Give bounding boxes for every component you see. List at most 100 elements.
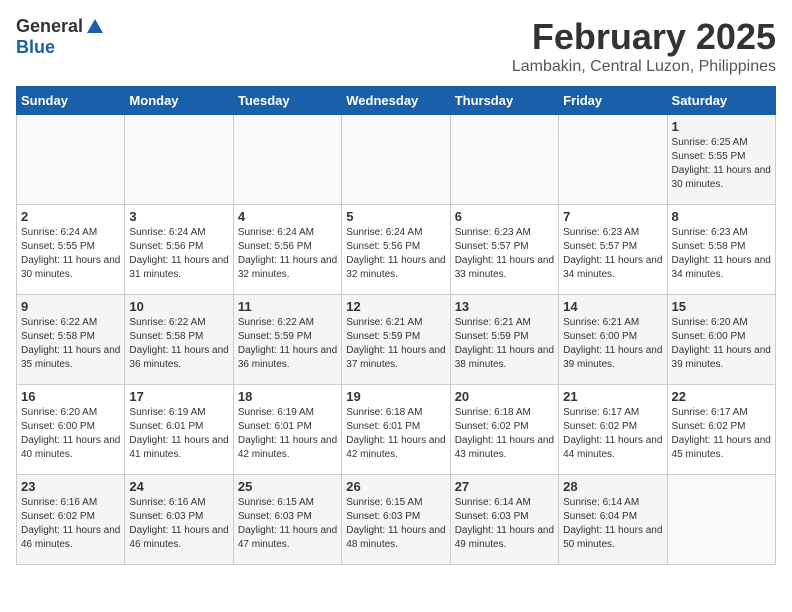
calendar-day-cell: 19 Sunrise: 6:18 AM Sunset: 6:01 PM Dayl…	[342, 385, 450, 475]
calendar-day-cell: 20 Sunrise: 6:18 AM Sunset: 6:02 PM Dayl…	[450, 385, 558, 475]
calendar-day-cell: 7 Sunrise: 6:23 AM Sunset: 5:57 PM Dayli…	[559, 205, 667, 295]
calendar-day-cell: 23 Sunrise: 6:16 AM Sunset: 6:02 PM Dayl…	[17, 475, 125, 565]
calendar-day-cell: 11 Sunrise: 6:22 AM Sunset: 5:59 PM Dayl…	[233, 295, 341, 385]
day-info: Sunrise: 6:14 AM Sunset: 6:03 PM Dayligh…	[455, 496, 554, 552]
day-number: 3	[129, 209, 228, 224]
day-number: 2	[21, 209, 120, 224]
calendar-day-cell	[342, 115, 450, 205]
calendar-day-cell: 16 Sunrise: 6:20 AM Sunset: 6:00 PM Dayl…	[17, 385, 125, 475]
calendar-day-cell	[559, 115, 667, 205]
calendar-day-cell: 8 Sunrise: 6:23 AM Sunset: 5:58 PM Dayli…	[667, 205, 775, 295]
title-section: February 2025 Lambakin, Central Luzon, P…	[512, 16, 776, 76]
calendar-day-cell	[667, 475, 775, 565]
day-info: Sunrise: 6:21 AM Sunset: 5:59 PM Dayligh…	[455, 316, 554, 372]
calendar-day-cell	[17, 115, 125, 205]
day-number: 1	[672, 119, 771, 134]
day-number: 15	[672, 299, 771, 314]
calendar-header-sunday: Sunday	[17, 87, 125, 115]
day-number: 5	[346, 209, 445, 224]
day-info: Sunrise: 6:14 AM Sunset: 6:04 PM Dayligh…	[563, 496, 662, 552]
day-info: Sunrise: 6:24 AM Sunset: 5:56 PM Dayligh…	[238, 226, 337, 282]
calendar-day-cell: 17 Sunrise: 6:19 AM Sunset: 6:01 PM Dayl…	[125, 385, 233, 475]
day-info: Sunrise: 6:25 AM Sunset: 5:55 PM Dayligh…	[672, 136, 771, 192]
month-title: February 2025	[512, 16, 776, 58]
logo-triangle-icon	[87, 19, 103, 33]
calendar-day-cell: 1 Sunrise: 6:25 AM Sunset: 5:55 PM Dayli…	[667, 115, 775, 205]
day-info: Sunrise: 6:19 AM Sunset: 6:01 PM Dayligh…	[238, 406, 337, 462]
day-info: Sunrise: 6:18 AM Sunset: 6:02 PM Dayligh…	[455, 406, 554, 462]
day-info: Sunrise: 6:22 AM Sunset: 5:58 PM Dayligh…	[129, 316, 228, 372]
calendar-day-cell: 10 Sunrise: 6:22 AM Sunset: 5:58 PM Dayl…	[125, 295, 233, 385]
day-info: Sunrise: 6:15 AM Sunset: 6:03 PM Dayligh…	[346, 496, 445, 552]
day-info: Sunrise: 6:23 AM Sunset: 5:57 PM Dayligh…	[563, 226, 662, 282]
day-info: Sunrise: 6:22 AM Sunset: 5:58 PM Dayligh…	[21, 316, 120, 372]
day-info: Sunrise: 6:21 AM Sunset: 5:59 PM Dayligh…	[346, 316, 445, 372]
day-info: Sunrise: 6:21 AM Sunset: 6:00 PM Dayligh…	[563, 316, 662, 372]
calendar-day-cell	[233, 115, 341, 205]
calendar-day-cell: 22 Sunrise: 6:17 AM Sunset: 6:02 PM Dayl…	[667, 385, 775, 475]
day-number: 6	[455, 209, 554, 224]
calendar-header-saturday: Saturday	[667, 87, 775, 115]
calendar-week-row: 9 Sunrise: 6:22 AM Sunset: 5:58 PM Dayli…	[17, 295, 776, 385]
calendar-day-cell: 12 Sunrise: 6:21 AM Sunset: 5:59 PM Dayl…	[342, 295, 450, 385]
day-number: 20	[455, 389, 554, 404]
day-info: Sunrise: 6:16 AM Sunset: 6:03 PM Dayligh…	[129, 496, 228, 552]
calendar-week-row: 16 Sunrise: 6:20 AM Sunset: 6:00 PM Dayl…	[17, 385, 776, 475]
day-number: 4	[238, 209, 337, 224]
day-info: Sunrise: 6:22 AM Sunset: 5:59 PM Dayligh…	[238, 316, 337, 372]
calendar-header-thursday: Thursday	[450, 87, 558, 115]
day-number: 9	[21, 299, 120, 314]
day-info: Sunrise: 6:18 AM Sunset: 6:01 PM Dayligh…	[346, 406, 445, 462]
calendar-header-monday: Monday	[125, 87, 233, 115]
calendar-table: SundayMondayTuesdayWednesdayThursdayFrid…	[16, 86, 776, 565]
day-number: 14	[563, 299, 662, 314]
calendar-day-cell	[450, 115, 558, 205]
logo-general-text: General	[16, 16, 83, 37]
calendar-week-row: 23 Sunrise: 6:16 AM Sunset: 6:02 PM Dayl…	[17, 475, 776, 565]
day-info: Sunrise: 6:19 AM Sunset: 6:01 PM Dayligh…	[129, 406, 228, 462]
calendar-day-cell: 4 Sunrise: 6:24 AM Sunset: 5:56 PM Dayli…	[233, 205, 341, 295]
calendar-day-cell: 18 Sunrise: 6:19 AM Sunset: 6:01 PM Dayl…	[233, 385, 341, 475]
day-info: Sunrise: 6:16 AM Sunset: 6:02 PM Dayligh…	[21, 496, 120, 552]
day-number: 21	[563, 389, 662, 404]
calendar-day-cell: 5 Sunrise: 6:24 AM Sunset: 5:56 PM Dayli…	[342, 205, 450, 295]
calendar-day-cell: 26 Sunrise: 6:15 AM Sunset: 6:03 PM Dayl…	[342, 475, 450, 565]
calendar-header-row: SundayMondayTuesdayWednesdayThursdayFrid…	[17, 87, 776, 115]
day-number: 7	[563, 209, 662, 224]
day-info: Sunrise: 6:24 AM Sunset: 5:56 PM Dayligh…	[346, 226, 445, 282]
day-number: 24	[129, 479, 228, 494]
logo: General Blue	[16, 16, 103, 58]
page-header: General Blue February 2025 Lambakin, Cen…	[16, 16, 776, 76]
calendar-day-cell: 3 Sunrise: 6:24 AM Sunset: 5:56 PM Dayli…	[125, 205, 233, 295]
day-info: Sunrise: 6:24 AM Sunset: 5:56 PM Dayligh…	[129, 226, 228, 282]
day-info: Sunrise: 6:24 AM Sunset: 5:55 PM Dayligh…	[21, 226, 120, 282]
day-number: 25	[238, 479, 337, 494]
calendar-day-cell: 13 Sunrise: 6:21 AM Sunset: 5:59 PM Dayl…	[450, 295, 558, 385]
calendar-day-cell: 15 Sunrise: 6:20 AM Sunset: 6:00 PM Dayl…	[667, 295, 775, 385]
day-number: 18	[238, 389, 337, 404]
day-number: 27	[455, 479, 554, 494]
calendar-day-cell: 14 Sunrise: 6:21 AM Sunset: 6:00 PM Dayl…	[559, 295, 667, 385]
day-info: Sunrise: 6:20 AM Sunset: 6:00 PM Dayligh…	[672, 316, 771, 372]
day-info: Sunrise: 6:17 AM Sunset: 6:02 PM Dayligh…	[563, 406, 662, 462]
calendar-header-wednesday: Wednesday	[342, 87, 450, 115]
calendar-day-cell: 24 Sunrise: 6:16 AM Sunset: 6:03 PM Dayl…	[125, 475, 233, 565]
day-number: 23	[21, 479, 120, 494]
day-number: 13	[455, 299, 554, 314]
day-info: Sunrise: 6:15 AM Sunset: 6:03 PM Dayligh…	[238, 496, 337, 552]
day-info: Sunrise: 6:23 AM Sunset: 5:58 PM Dayligh…	[672, 226, 771, 282]
calendar-day-cell: 21 Sunrise: 6:17 AM Sunset: 6:02 PM Dayl…	[559, 385, 667, 475]
day-info: Sunrise: 6:20 AM Sunset: 6:00 PM Dayligh…	[21, 406, 120, 462]
calendar-header-friday: Friday	[559, 87, 667, 115]
logo-blue-text: Blue	[16, 37, 55, 58]
day-number: 11	[238, 299, 337, 314]
day-number: 28	[563, 479, 662, 494]
calendar-day-cell: 28 Sunrise: 6:14 AM Sunset: 6:04 PM Dayl…	[559, 475, 667, 565]
calendar-day-cell: 9 Sunrise: 6:22 AM Sunset: 5:58 PM Dayli…	[17, 295, 125, 385]
day-number: 17	[129, 389, 228, 404]
calendar-day-cell: 27 Sunrise: 6:14 AM Sunset: 6:03 PM Dayl…	[450, 475, 558, 565]
day-number: 19	[346, 389, 445, 404]
location-title: Lambakin, Central Luzon, Philippines	[512, 58, 776, 76]
calendar-day-cell: 2 Sunrise: 6:24 AM Sunset: 5:55 PM Dayli…	[17, 205, 125, 295]
calendar-week-row: 2 Sunrise: 6:24 AM Sunset: 5:55 PM Dayli…	[17, 205, 776, 295]
